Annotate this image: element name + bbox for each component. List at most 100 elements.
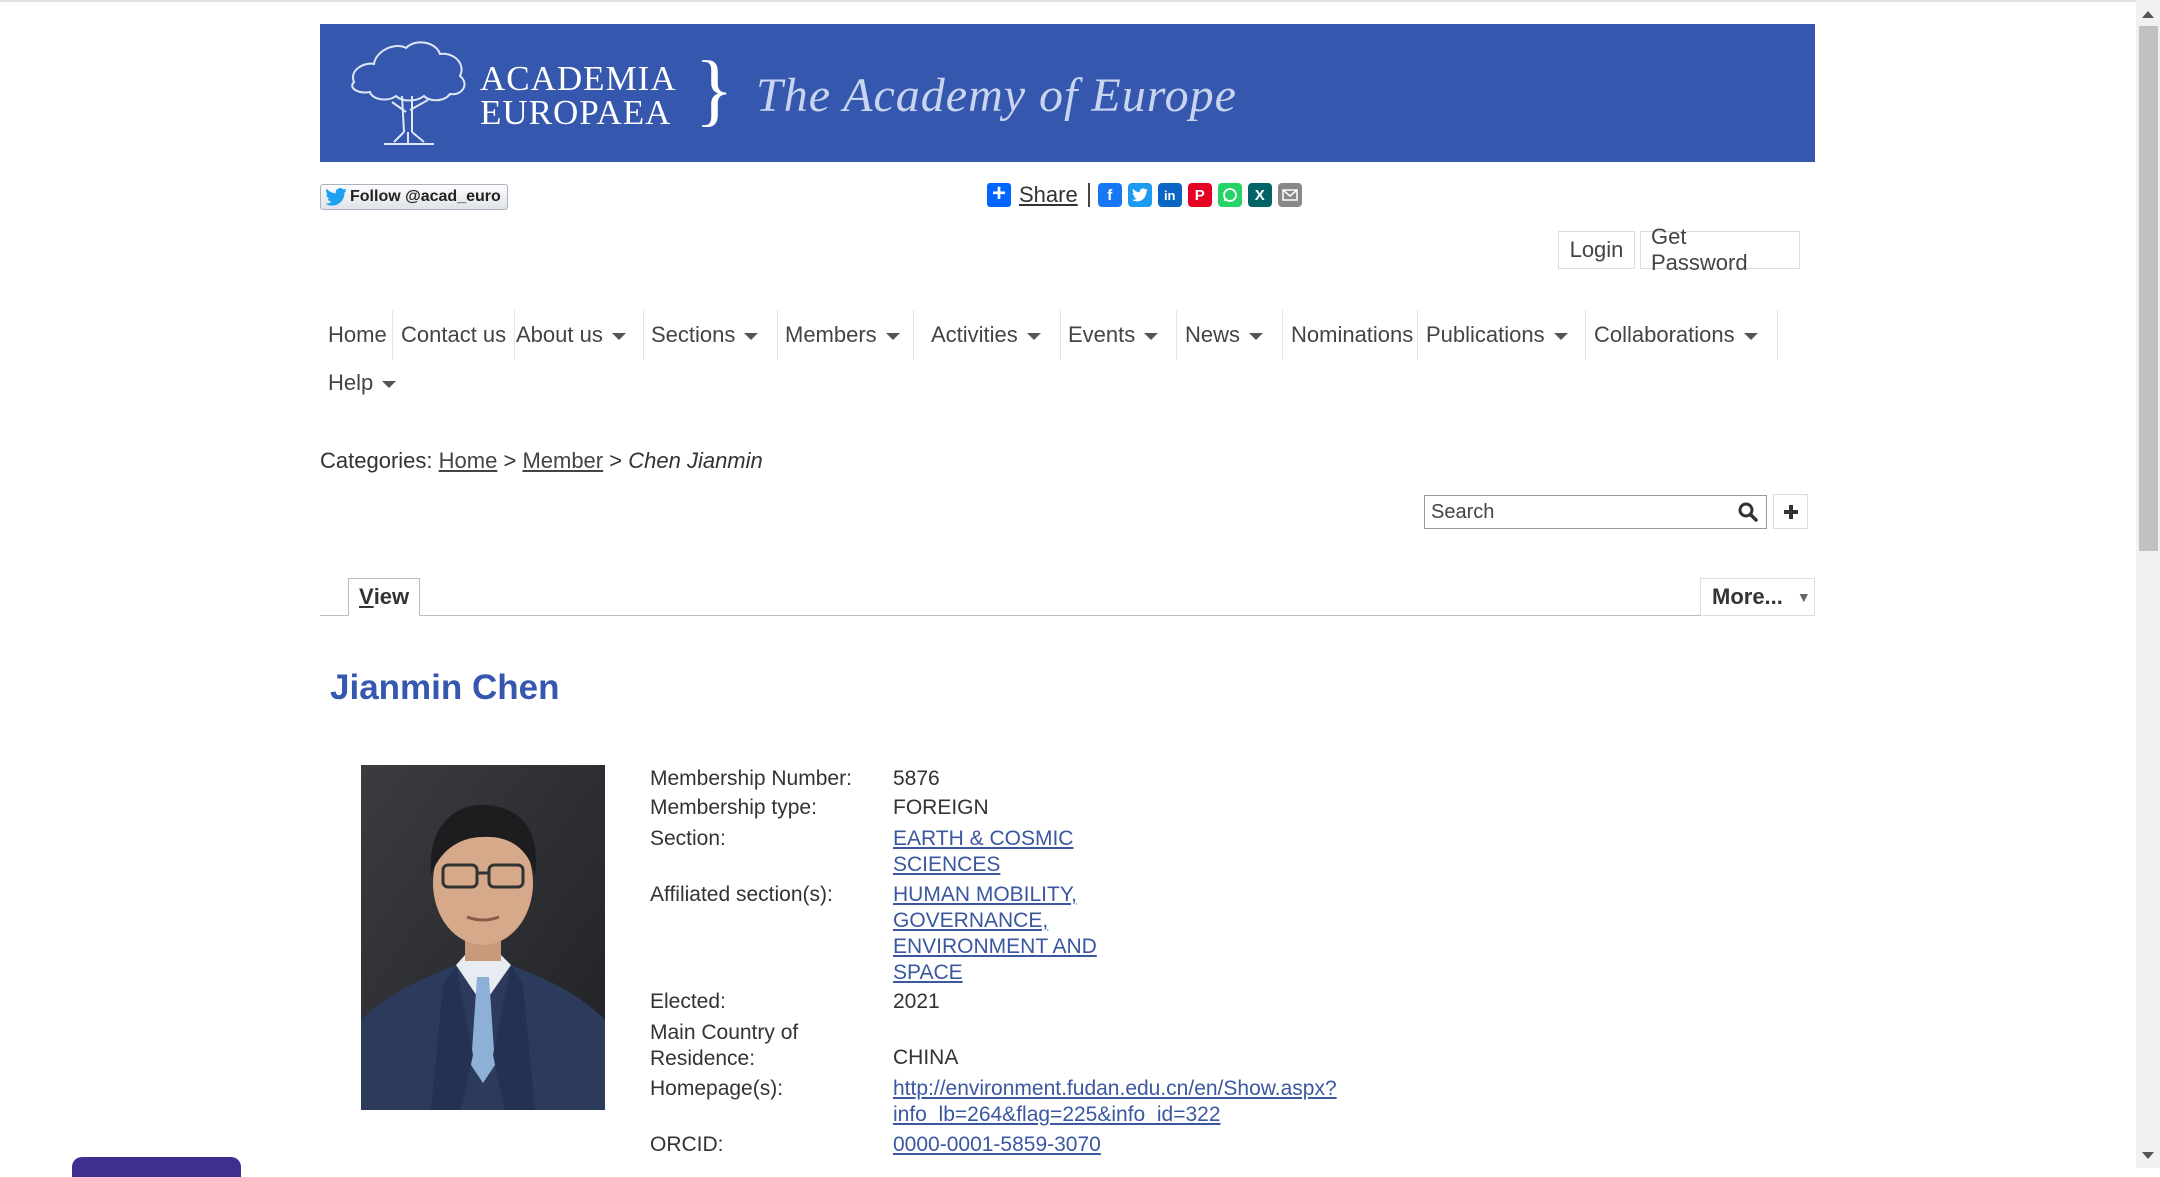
xing-icon[interactable]: X (1247, 183, 1272, 207)
affiliated-link-line: ENVIRONMENT AND (893, 935, 1097, 958)
site-banner[interactable]: ACADEMIA EUROPAEA } The Academy of Europ… (320, 24, 1815, 162)
affiliated-sections-value: HUMAN MOBILITY, GOVERNANCE, ENVIRONMENT AN… (893, 882, 1097, 986)
share-link[interactable]: Share (1019, 182, 1078, 208)
caret-down-icon (1144, 332, 1159, 340)
brand-line-1: ACADEMIA (480, 59, 677, 98)
membership-number-label: Membership Number: (650, 767, 852, 790)
floating-widget-tab[interactable] (72, 1157, 241, 1177)
add-button[interactable] (1773, 494, 1808, 529)
search-input[interactable] (1424, 495, 1767, 529)
brand-line-2: EUROPAEA (480, 93, 672, 132)
nav-item-publications[interactable]: Publications (1418, 310, 1586, 360)
caret-down-icon (1249, 332, 1264, 340)
affiliated-link-line: SPACE (893, 961, 963, 984)
tree-logo-icon (351, 41, 466, 145)
caret-down-icon (744, 332, 759, 340)
country-value: CHINA (893, 1046, 959, 1069)
nav-item-nominations[interactable]: Nominations (1283, 310, 1418, 360)
nav-item-contact-us[interactable]: Contact us (393, 310, 515, 360)
nav-label: Activities (931, 322, 1018, 347)
section-label: Section: (650, 827, 726, 850)
member-portrait (361, 765, 605, 1110)
caret-down-icon (1743, 332, 1758, 340)
more-label: More... (1712, 584, 1783, 609)
scrollbar-thumb[interactable] (2139, 26, 2158, 551)
breadcrumb-member-link[interactable]: Member (522, 448, 603, 473)
brand-name: ACADEMIA EUROPAEA (480, 59, 677, 132)
orcid-link[interactable]: 0000-0001-5859-3070 (893, 1133, 1101, 1156)
login-button[interactable]: Login (1558, 231, 1635, 269)
nav-label: Contact us (401, 322, 507, 347)
linkedin-icon[interactable]: in (1157, 183, 1182, 207)
banner-tagline: The Academy of Europe (756, 69, 1237, 122)
affiliated-section-link[interactable]: HUMAN MOBILITY, GOVERNANCE, ENVIRONMENT AN… (893, 883, 1097, 984)
breadcrumb-separator: > (503, 448, 517, 473)
whatsapp-icon[interactable] (1217, 183, 1242, 207)
nav-label: Events (1068, 322, 1136, 347)
follow-label: Follow @acad_euro (350, 188, 501, 205)
pinterest-icon[interactable]: P (1187, 183, 1212, 207)
breadcrumb-separator: > (609, 448, 623, 473)
tab-view[interactable]: View (348, 578, 421, 616)
breadcrumb: Categories: Home > Member > Chen Jianmin (320, 448, 763, 474)
breadcrumb-home-link[interactable]: Home (439, 448, 498, 473)
nav-label: Sections (651, 322, 736, 347)
top-border (0, 0, 2136, 2)
section-link-line: EARTH & COSMIC (893, 827, 1074, 850)
country-label-line: Main Country of (650, 1021, 799, 1044)
nav-item-about-us[interactable]: About us (508, 310, 644, 360)
nav-label: Members (785, 322, 877, 347)
affiliated-link-line: GOVERNANCE, (893, 909, 1049, 932)
email-icon[interactable] (1277, 183, 1302, 207)
section-value: EARTH & COSMIC SCIENCES (893, 826, 1073, 878)
nav-item-help[interactable]: Help (320, 358, 410, 408)
nav-item-collaborations[interactable]: Collaborations (1586, 310, 1778, 360)
more-menu-button[interactable]: More... ▼ (1700, 578, 1815, 616)
caret-down-icon (1553, 332, 1568, 340)
nav-label: News (1185, 322, 1241, 347)
homepage-link[interactable]: http://environment.fudan.edu.cn/en/Show.… (893, 1077, 1337, 1126)
share-separator (1087, 183, 1090, 207)
nav-item-sections[interactable]: Sections (643, 310, 778, 360)
facebook-icon[interactable]: f (1097, 183, 1122, 207)
twitter-follow-button[interactable]: Follow @acad_euro (320, 184, 508, 210)
nav-item-activities[interactable]: Activities (923, 310, 1061, 360)
nav-label: Publications (1426, 322, 1545, 347)
twitter-icon[interactable] (1127, 183, 1152, 207)
tab-bar-line (320, 615, 1815, 616)
membership-type-label: Membership type: (650, 796, 817, 819)
nav-label: About us (516, 322, 603, 347)
caret-down-icon (885, 332, 900, 340)
caret-down-icon (382, 380, 397, 388)
nav-label: Collaborations (1594, 322, 1735, 347)
elected-value: 2021 (893, 990, 940, 1013)
breadcrumb-current: Chen Jianmin (628, 448, 763, 473)
nav-item-home[interactable]: Home (320, 310, 393, 360)
country-label: Main Country of Residence: (650, 1020, 798, 1072)
homepage-link-line: http://environment.fudan.edu.cn/en/Show.… (893, 1077, 1337, 1100)
twitter-bird-icon (325, 188, 347, 206)
elected-label: Elected: (650, 990, 726, 1013)
tab-view-label: iew (373, 584, 410, 609)
orcid-value: 0000-0001-5859-3070 (893, 1132, 1101, 1158)
section-link[interactable]: EARTH & COSMIC SCIENCES (893, 827, 1073, 876)
nav-label: Help (328, 370, 374, 395)
share-bar: + Share f in P X (987, 182, 1308, 208)
page-title: Jianmin Chen (330, 668, 560, 707)
share-plus-icon[interactable]: + (987, 182, 1011, 207)
search-icon[interactable] (1736, 500, 1760, 524)
scroll-up-arrow-icon[interactable] (2142, 11, 2154, 18)
caret-down-icon (611, 332, 626, 340)
tab-view-accesskey: V (359, 584, 374, 609)
caret-down-icon (1026, 332, 1041, 340)
affiliated-link-line: HUMAN MOBILITY, (893, 883, 1077, 906)
nav-item-members[interactable]: Members (777, 310, 914, 360)
nav-item-events[interactable]: Events (1060, 310, 1177, 360)
scroll-down-arrow-icon[interactable] (2142, 1152, 2154, 1159)
country-label-line: Residence: (650, 1047, 756, 1070)
membership-number-value: 5876 (893, 767, 940, 790)
orcid-label: ORCID: (650, 1133, 724, 1156)
membership-type-value: FOREIGN (893, 796, 989, 819)
nav-item-news[interactable]: News (1177, 310, 1283, 360)
get-password-button[interactable]: Get Password (1640, 224, 1800, 275)
